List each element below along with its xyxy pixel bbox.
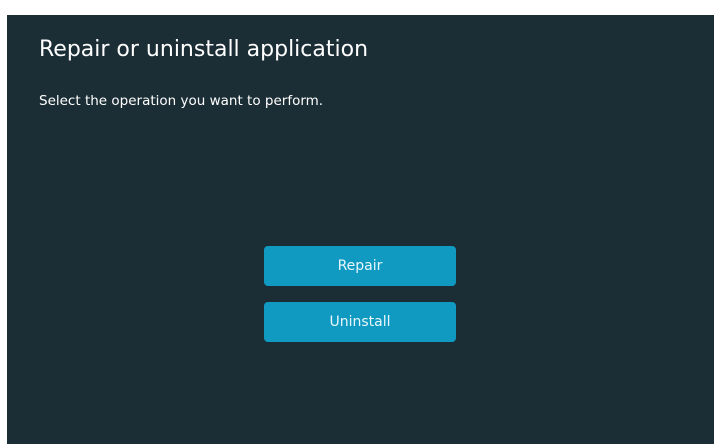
repair-button[interactable]: Repair	[264, 246, 456, 286]
installer-window: Repair or uninstall application Select t…	[7, 15, 714, 444]
uninstall-button[interactable]: Uninstall	[264, 302, 456, 342]
action-buttons: Repair Uninstall	[264, 246, 456, 342]
dialog-subtitle: Select the operation you want to perform…	[39, 93, 324, 109]
dialog-title: Repair or uninstall application	[39, 37, 369, 62]
